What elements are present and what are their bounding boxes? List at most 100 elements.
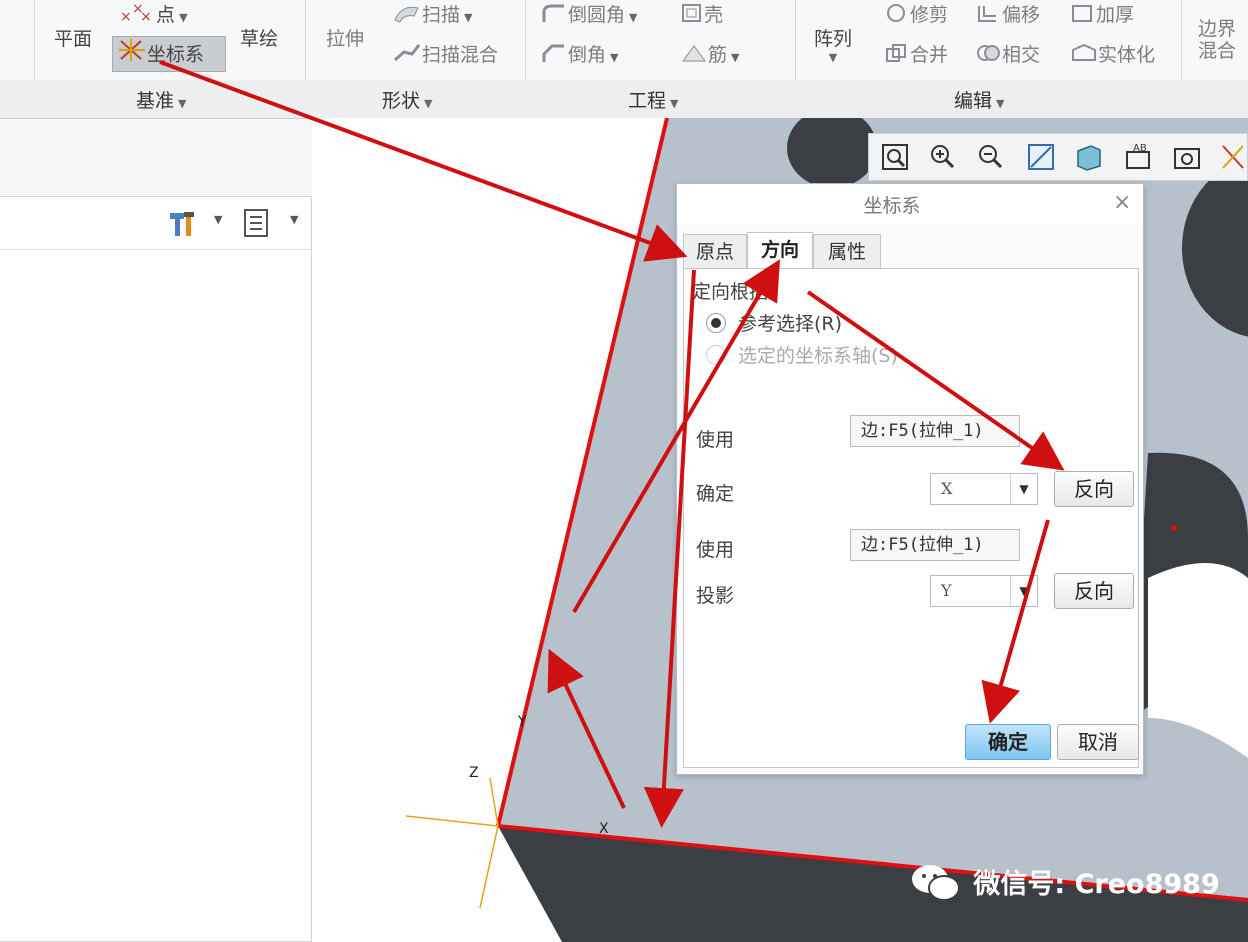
ok-button[interactable]: 确定	[965, 724, 1051, 760]
pattern-label: 阵列	[814, 28, 853, 50]
tab-orientation[interactable]: 方向	[747, 232, 813, 268]
chamfer-label: 倒角	[568, 44, 607, 66]
pattern-button[interactable]: 阵列 ▼	[814, 24, 852, 64]
sweep-dropdown-icon[interactable]: ▼	[464, 11, 472, 24]
group-datum-dropdown-icon[interactable]: ▼	[178, 97, 186, 110]
datum-display-icon[interactable]	[1217, 140, 1248, 174]
swept-blend-icon	[392, 42, 422, 69]
coordinate-system-dialog: 坐标系 × 原点 方向 属性 定向根据 参考选择(R) 选定的坐标系轴(S) 使…	[676, 183, 1144, 775]
dialog-title-bar[interactable]: 坐标系 ×	[677, 184, 1143, 224]
tab-origin[interactable]: 原点	[683, 234, 747, 268]
show-dropdown-icon[interactable]: ▼	[290, 213, 298, 226]
csys-label: 坐标系	[147, 43, 205, 66]
csys-y-label: Y	[518, 714, 527, 730]
boundary-blend-label-1: 边界	[1198, 18, 1237, 40]
csys-x-label: X	[599, 821, 609, 837]
thicken-button[interactable]: 加厚	[1070, 0, 1134, 29]
cancel-button[interactable]: 取消	[1057, 724, 1139, 760]
repaint-icon[interactable]	[1023, 140, 1059, 174]
watermark: 微信号: Creo8989	[908, 862, 1220, 909]
group-editing-dropdown-icon[interactable]: ▼	[996, 97, 1004, 110]
wechat-icon	[908, 862, 964, 909]
offset-icon	[976, 2, 1002, 29]
trim-button[interactable]: 修剪	[884, 0, 948, 29]
solidify-button[interactable]: 实体化	[1070, 40, 1155, 69]
saved-views-icon[interactable]: AB	[1121, 140, 1157, 174]
group-datum[interactable]: 基准 ▼	[136, 86, 186, 113]
point-button[interactable]: × × × 点 ▼	[118, 0, 188, 29]
settings-dropdown-icon[interactable]: ▼	[214, 213, 222, 226]
rib-button[interactable]: 筋 ▼	[680, 40, 739, 69]
point-label: 点	[156, 4, 176, 26]
group-shapes[interactable]: 形状 ▼	[382, 86, 432, 113]
refit-icon[interactable]	[877, 140, 913, 174]
round-dropdown-icon[interactable]: ▼	[629, 11, 637, 24]
boundary-blend-label-2: 混合	[1198, 40, 1237, 62]
intersect-button[interactable]: 相交	[976, 40, 1040, 69]
offset-button[interactable]: 偏移	[976, 0, 1040, 29]
offset-label: 偏移	[1002, 4, 1041, 26]
settings-tools-icon[interactable]	[166, 209, 200, 243]
show-list-icon[interactable]	[242, 207, 272, 243]
chevron-down-icon[interactable]: ▼	[1010, 576, 1037, 606]
watermark-text: 微信号: Creo8989	[973, 869, 1220, 900]
boundary-blend-button[interactable]: 边界 混合	[1198, 18, 1236, 62]
display-style-icon[interactable]	[1071, 140, 1107, 174]
group-engineering-dropdown-icon[interactable]: ▼	[670, 97, 678, 110]
group-shapes-dropdown-icon[interactable]: ▼	[424, 97, 432, 110]
group-editing[interactable]: 编辑 ▼	[954, 86, 1004, 113]
flip-button-1[interactable]: 反向	[1054, 471, 1134, 507]
chamfer-button[interactable]: 倒角 ▼	[540, 40, 618, 69]
trim-label: 修剪	[910, 4, 949, 26]
group-engineering-label: 工程	[628, 90, 667, 112]
chevron-down-icon[interactable]: ▼	[1010, 474, 1037, 504]
pattern-dropdown-icon[interactable]: ▼	[814, 51, 852, 64]
zoom-in-icon[interactable]	[925, 140, 961, 174]
radio-selected-csys-axes-label: 选定的坐标系轴(S)	[738, 345, 898, 367]
use-label-1: 使用	[696, 429, 735, 451]
axis-select-1[interactable]: X ▼	[930, 473, 1038, 505]
close-icon[interactable]: ×	[1113, 190, 1131, 215]
radio-selected-csys-axes[interactable]	[706, 345, 726, 365]
rib-dropdown-icon[interactable]: ▼	[731, 51, 739, 64]
group-engineering[interactable]: 工程 ▼	[628, 86, 678, 113]
flip-button-2[interactable]: 反向	[1054, 573, 1134, 609]
axis-select-2-value: Y	[941, 581, 952, 600]
orient-by-label: 定向根据	[692, 281, 769, 303]
tab-properties[interactable]: 属性	[813, 234, 881, 268]
csys-z-axis	[489, 777, 499, 827]
group-datum-label: 基准	[136, 90, 175, 112]
axis-select-2[interactable]: Y ▼	[930, 575, 1038, 607]
shell-button[interactable]: 壳	[680, 0, 723, 29]
solidify-icon	[1070, 42, 1098, 69]
thicken-icon	[1070, 2, 1096, 29]
round-label: 倒圆角	[568, 4, 626, 26]
view-manager-icon[interactable]	[1169, 140, 1205, 174]
csys-button[interactable]: 坐标系	[112, 36, 226, 72]
rib-icon	[680, 42, 708, 69]
chamfer-icon	[540, 42, 568, 69]
use-label-2: 使用	[696, 539, 735, 561]
plane-label: 平面	[54, 28, 93, 50]
sketch-button[interactable]: 草绘	[240, 24, 278, 51]
plane-button[interactable]: 平面	[54, 24, 92, 51]
reference-field-1[interactable]: 边:F5(拉伸_1)	[850, 415, 1020, 447]
chamfer-dropdown-icon[interactable]: ▼	[610, 51, 618, 64]
intersect-icon	[976, 42, 1002, 69]
sketch-label: 草绘	[240, 28, 279, 50]
thicken-label: 加厚	[1096, 4, 1135, 26]
radio-reference-selection[interactable]	[706, 313, 726, 333]
reference-field-2[interactable]: 边:F5(拉伸_1)	[850, 529, 1020, 561]
group-editing-label: 编辑	[954, 90, 993, 112]
zoom-out-icon[interactable]	[973, 140, 1009, 174]
radio-reference-selection-label: 参考选择(R)	[738, 313, 843, 335]
extrude-button[interactable]: 拉伸	[326, 24, 364, 51]
round-button[interactable]: 倒圆角 ▼	[540, 0, 637, 29]
sweep-button[interactable]: 扫描 ▼	[392, 0, 472, 29]
point-dropdown-icon[interactable]: ▼	[179, 11, 187, 24]
merge-button[interactable]: 合并	[884, 40, 948, 69]
determine-label: 确定	[696, 483, 735, 505]
trim-icon	[884, 2, 910, 29]
csys-icon	[117, 37, 147, 73]
swept-blend-button[interactable]: 扫描混合	[392, 40, 498, 69]
